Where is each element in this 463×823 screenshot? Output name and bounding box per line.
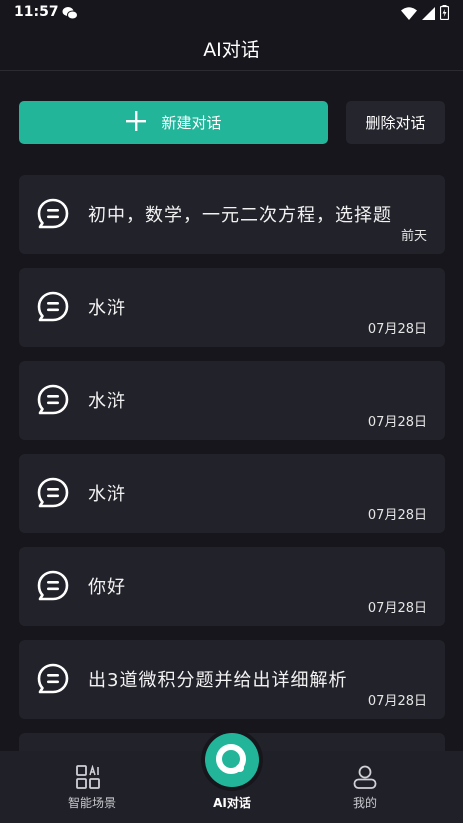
header: AI对话 (0, 26, 463, 71)
conversation-item[interactable]: 初中，数学，一元二次方程，选择题 前天 (19, 175, 445, 254)
conversation-item[interactable]: 水浒 07月28日 (19, 454, 445, 533)
status-bar: 11:57 (0, 0, 463, 26)
chat-bubble-icon (36, 197, 70, 231)
chat-bubble-icon (36, 383, 70, 417)
page-title: AI对话 (203, 39, 260, 61)
status-icons (401, 5, 450, 24)
conversation-date: 前天 (400, 229, 427, 244)
conversation-item[interactable]: 出3道微积分题并给出详细解析 07月28日 (19, 640, 445, 719)
conversation-title: 水浒 (88, 484, 126, 505)
conversation-title: 出3道微积分题并给出详细解析 (88, 670, 348, 691)
delete-chat-button[interactable]: 删除对话 (346, 101, 445, 144)
app-screen: 11:57 AI对话 新建对话 删除对话 初中，数学，一元二次方程，选择题 前天… (0, 0, 463, 823)
conversation-item[interactable]: 你好 07月28日 (19, 547, 445, 626)
nav-label-ai-chat: AI对话 (213, 796, 251, 810)
conversation-title: 水浒 (88, 391, 126, 412)
conversation-list: 初中，数学，一元二次方程，选择题 前天 水浒 07月28日 水浒 07月28日 … (19, 175, 445, 823)
conversation-item[interactable]: 水浒 07月28日 (19, 361, 445, 440)
nav-label-profile: 我的 (352, 796, 377, 810)
conversation-title: 你好 (88, 577, 126, 598)
ai-chat-icon[interactable] (205, 733, 259, 787)
chat-bubble-icon (36, 569, 70, 603)
plus-icon (125, 110, 147, 136)
chat-bubble-icon (36, 290, 70, 324)
conversation-title: 水浒 (88, 298, 126, 319)
conversation-date: 07月28日 (367, 322, 427, 337)
chat-bubble-icon (36, 662, 70, 696)
nav-label-smart-scenes: 智能场景 (67, 796, 116, 810)
signal-icon (422, 5, 435, 24)
user-icon (353, 765, 377, 793)
nav-item-profile[interactable]: 我的 (305, 751, 425, 823)
grid-ai-icon (76, 764, 102, 793)
new-chat-button[interactable]: 新建对话 (19, 101, 328, 144)
battery-icon (439, 5, 450, 24)
conversation-date: 07月28日 (367, 601, 427, 616)
conversation-title: 初中，数学，一元二次方程，选择题 (88, 205, 392, 226)
conversation-item[interactable]: 水浒 07月28日 (19, 268, 445, 347)
chat-bubble-icon (36, 476, 70, 510)
conversation-date: 07月28日 (367, 694, 427, 709)
new-chat-label: 新建对话 (161, 114, 222, 132)
wifi-icon (401, 5, 417, 24)
wechat-icon (62, 5, 78, 24)
status-time: 11:57 (14, 4, 59, 20)
conversation-date: 07月28日 (367, 508, 427, 523)
nav-item-smart-scenes[interactable]: 智能场景 (32, 751, 152, 823)
conversation-date: 07月28日 (367, 415, 427, 430)
